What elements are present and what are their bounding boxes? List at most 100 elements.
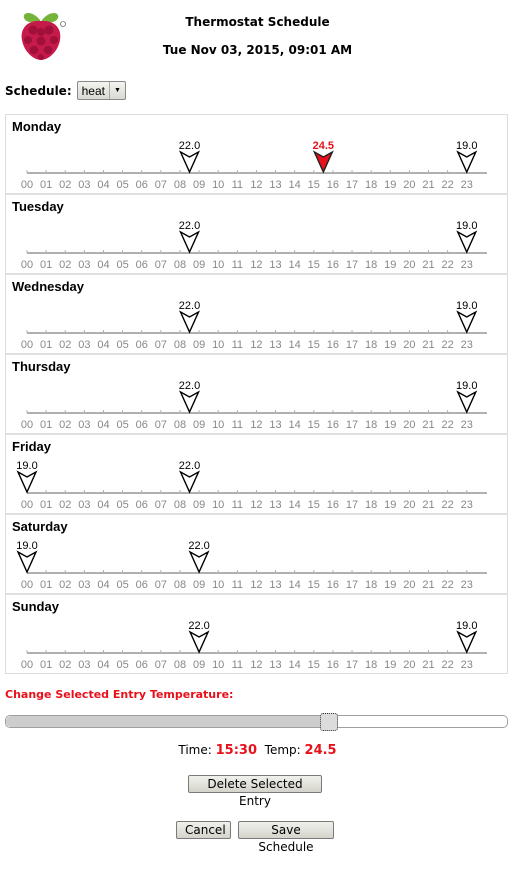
hour-label: 04 <box>97 259 109 271</box>
temperature-slider[interactable] <box>5 713 508 731</box>
hour-label: 22 <box>442 659 454 671</box>
schedule-entry-marker[interactable]: 19.0 <box>16 540 38 574</box>
hour-label: 21 <box>422 419 434 431</box>
hour-label: 18 <box>365 579 377 591</box>
marker-temp-label: 22.0 <box>179 140 200 152</box>
hour-label: 18 <box>365 659 377 671</box>
day-timeline[interactable]: 00 01 02 03 04 05 06 07 08 09 10 11 12 13 14 15 16 17 18 19… <box>6 275 506 353</box>
hour-label: 04 <box>97 579 109 591</box>
hour-label: 20 <box>403 659 415 671</box>
hour-label: 00 <box>21 419 33 431</box>
marker-temp-label: 24.5 <box>313 140 334 152</box>
hour-label: 12 <box>250 579 262 591</box>
hour-label: 22 <box>442 259 454 271</box>
hour-label: 01 <box>40 579 52 591</box>
current-datetime: Tue Nov 03, 2015, 09:01 AM <box>162 43 353 57</box>
hour-label: 14 <box>289 659 301 671</box>
hour-label: 07 <box>155 499 167 511</box>
hour-label: 16 <box>327 579 339 591</box>
day-timeline[interactable]: 00 01 02 03 04 05 06 07 08 09 10 11 12 13 14 15 16 17 18 19… <box>6 515 506 593</box>
hour-label: 05 <box>116 579 128 591</box>
hour-label: 14 <box>289 499 301 511</box>
schedule-entry-marker[interactable]: 22.0 <box>188 620 210 654</box>
day-timeline[interactable]: 00 01 02 03 04 05 06 07 08 09 10 11 12 13 14 15 16 17 18 19… <box>6 195 506 273</box>
schedule-entry-marker[interactable]: 22.0 <box>179 380 200 414</box>
schedule-entry-marker[interactable]: 19.0 <box>456 220 477 254</box>
hour-label: 06 <box>136 499 148 511</box>
hour-label: 15 <box>308 259 320 271</box>
schedule-entry-marker[interactable]: 19.0 <box>16 460 38 494</box>
schedule-entry-marker[interactable]: 19.0 <box>456 300 477 334</box>
marker-temp-label: 22.0 <box>179 380 200 392</box>
hour-label: 01 <box>40 499 52 511</box>
marker-temp-label: 19.0 <box>456 620 477 632</box>
schedule-label: Schedule: <box>5 83 72 98</box>
hour-label: 07 <box>155 419 167 431</box>
day-timeline[interactable]: 00 01 02 03 04 05 06 07 08 09 10 11 12 13 14 15 16 17 18 19… <box>6 115 506 193</box>
schedule-entry-marker[interactable]: 19.0 <box>456 620 477 654</box>
hour-label: 09 <box>193 499 205 511</box>
marker-icon <box>188 550 210 574</box>
hour-label: 09 <box>193 579 205 591</box>
schedule-entry-marker[interactable]: 22.0 <box>179 220 200 254</box>
hour-label: 12 <box>250 659 262 671</box>
hour-label: 20 <box>403 179 415 191</box>
hour-label: 23 <box>461 179 473 191</box>
day-timeline[interactable]: 00 01 02 03 04 05 06 07 08 09 10 11 12 13 14 15 16 17 18 19… <box>6 355 506 433</box>
hour-label: 19 <box>384 499 396 511</box>
schedule-entry-marker[interactable]: 24.5 <box>313 140 334 174</box>
schedule-entry-marker[interactable]: 22.0 <box>179 140 201 174</box>
cancel-button[interactable]: Cancel <box>176 821 231 839</box>
hour-label: 02 <box>59 419 71 431</box>
save-schedule-button[interactable]: Save Schedule <box>238 821 334 854</box>
hour-label: 11 <box>232 339 243 351</box>
hour-label: 14 <box>289 419 301 431</box>
hour-label: 21 <box>422 659 434 671</box>
hour-label: 10 <box>212 339 224 351</box>
hour-label: 16 <box>327 419 339 431</box>
hour-label: 00 <box>21 579 33 591</box>
hour-label: 00 <box>21 259 33 271</box>
hour-label: 05 <box>116 419 128 431</box>
day-timeline[interactable]: 00 01 02 03 04 05 06 07 08 09 10 11 12 13 14 15 16 17 18 19… <box>6 435 506 513</box>
hour-label: 20 <box>403 259 415 271</box>
slider-handle[interactable] <box>319 713 338 731</box>
hour-label: 07 <box>155 579 167 591</box>
hour-label: 13 <box>269 499 281 511</box>
day-timeline[interactable]: 00 01 02 03 04 05 06 07 08 09 10 11 12 13 14 15 16 17 18 19… <box>6 595 506 673</box>
schedule-entry-marker[interactable]: 19.0 <box>456 380 478 414</box>
hour-label: 17 <box>346 579 358 591</box>
hour-label: 20 <box>403 579 415 591</box>
hour-label: 22 <box>442 179 454 191</box>
hour-label: 05 <box>116 499 128 511</box>
hour-label: 08 <box>174 339 186 351</box>
schedule-entry-marker[interactable]: 22.0 <box>188 540 210 574</box>
schedule-entry-marker[interactable]: 19.0 <box>456 140 477 174</box>
hour-label: 17 <box>346 339 358 351</box>
hour-label: 15 <box>308 339 320 351</box>
hour-label: 14 <box>289 579 301 591</box>
delete-entry-button[interactable]: Delete Selected Entry <box>188 775 322 808</box>
hour-label: 10 <box>212 579 224 591</box>
hour-label: 09 <box>193 339 205 351</box>
hour-label: 15 <box>308 499 320 511</box>
schedule-select[interactable]: heat ▼ <box>76 81 126 100</box>
hour-label: 09 <box>193 419 205 431</box>
hour-label: 10 <box>212 659 224 671</box>
hour-label: 03 <box>78 419 90 431</box>
chevron-down-icon: ▼ <box>108 82 125 99</box>
temp-value: 24.5 <box>304 743 337 758</box>
time-value: 15:30 <box>215 743 258 758</box>
hour-label: 12 <box>250 259 262 271</box>
hour-label: 20 <box>403 499 415 511</box>
marker-icon <box>456 390 478 414</box>
hour-label: 19 <box>384 659 396 671</box>
marker-icon <box>179 150 201 174</box>
schedule-entry-marker[interactable]: 22.0 <box>179 460 200 494</box>
schedule-entry-marker[interactable]: 22.0 <box>179 300 200 334</box>
hour-label: 02 <box>59 659 71 671</box>
hour-label: 16 <box>327 339 339 351</box>
hour-label: 21 <box>422 579 434 591</box>
marker-temp-label: 19.0 <box>16 460 37 472</box>
hour-label: 06 <box>136 259 148 271</box>
